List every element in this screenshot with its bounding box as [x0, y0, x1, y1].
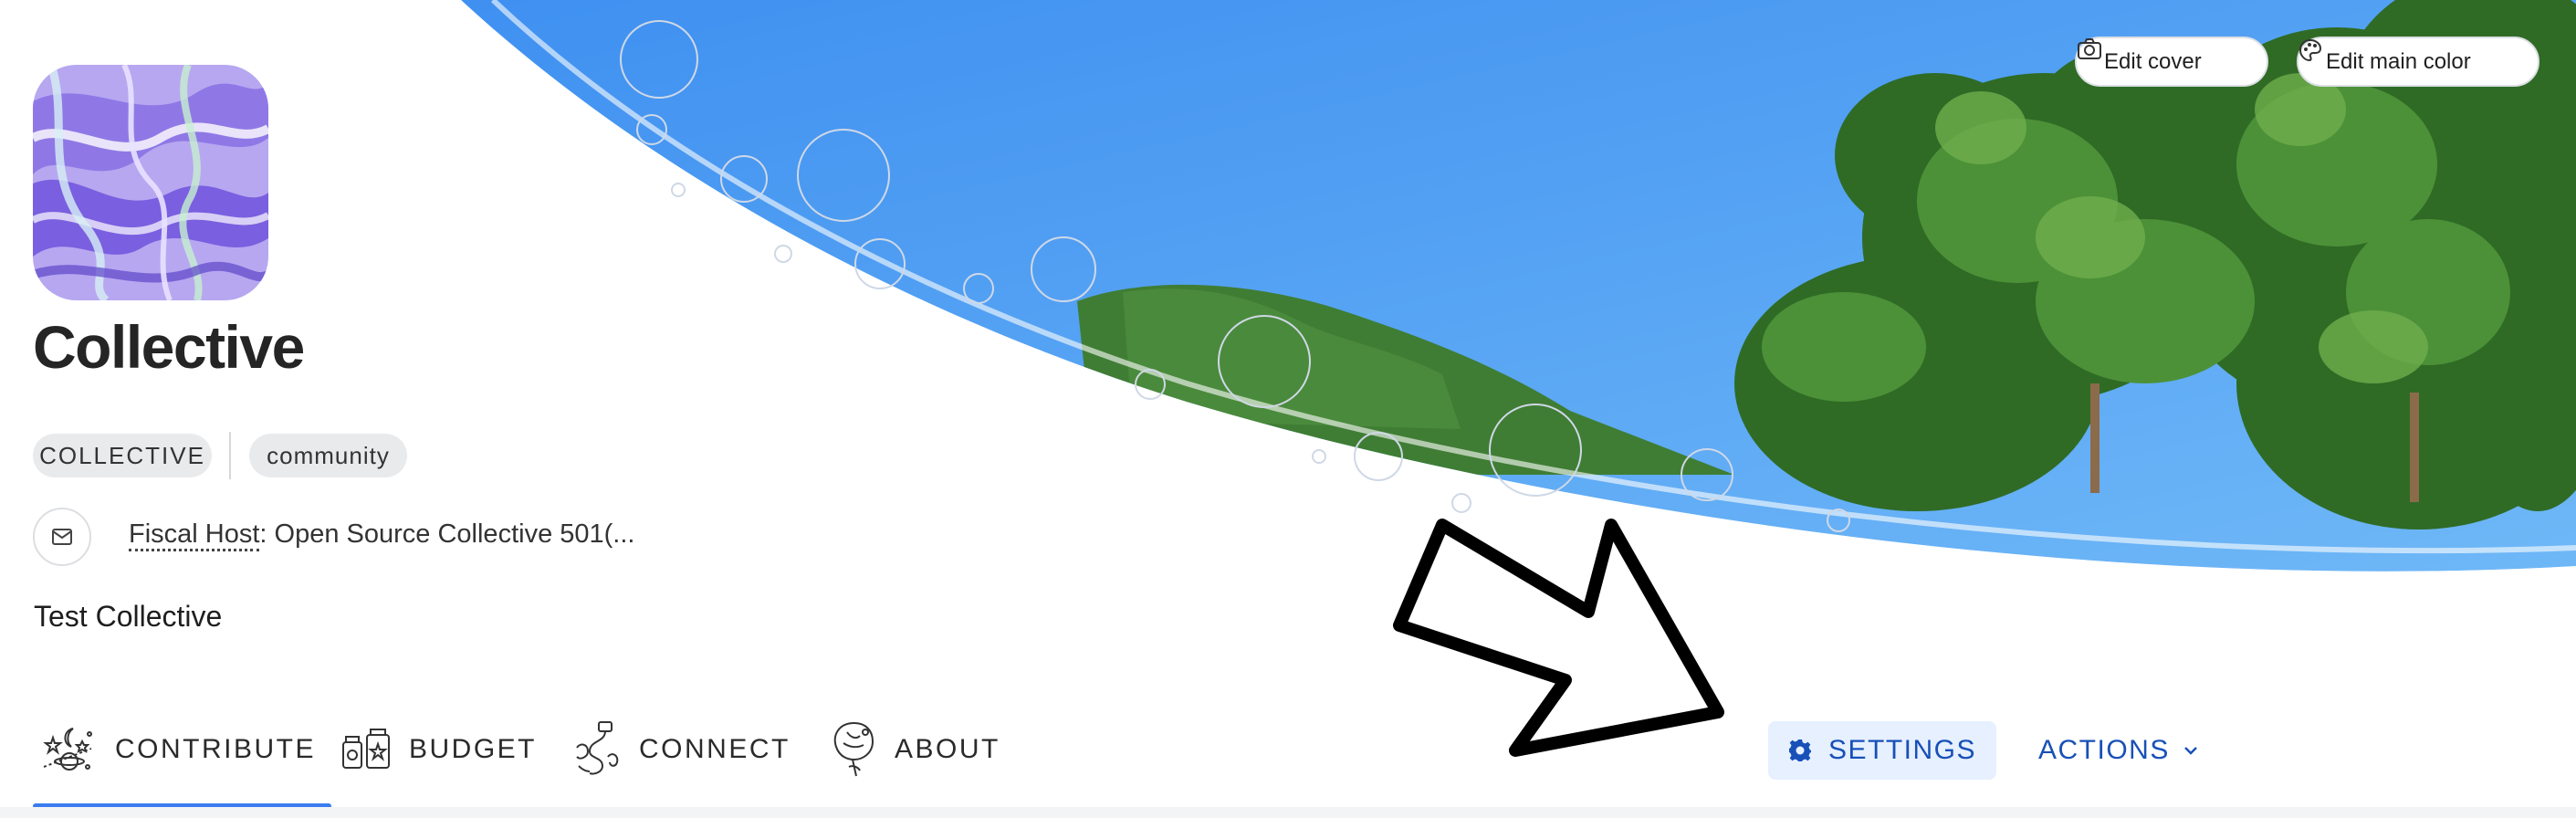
gear-icon — [1788, 739, 1811, 761]
collective-name: Collective — [33, 313, 305, 381]
chevron-down-icon — [2183, 747, 2197, 755]
fiscal-host-value[interactable]: : Open Source Collective 501(... — [259, 519, 634, 549]
settings-label: SETTINGS — [1827, 735, 1976, 765]
camera-icon — [2078, 38, 2101, 59]
tab-connect-label: CONNECT — [639, 734, 791, 764]
edit-cover-button[interactable]: Edit cover — [2075, 37, 2268, 87]
settings-button[interactable]: SETTINGS — [1768, 721, 1996, 780]
contact-button[interactable] — [33, 508, 91, 566]
cover-artwork — [0, 0, 2576, 584]
collective-avatar[interactable] — [33, 65, 268, 300]
nav-bottom-border — [0, 807, 2576, 818]
category-tag[interactable]: community — [249, 434, 407, 477]
fiscal-host: Fiscal Host: Open Source Collective 501(… — [129, 519, 634, 551]
edit-cover-label: Edit cover — [2104, 48, 2202, 74]
tag-divider — [229, 432, 231, 479]
edit-main-color-button[interactable]: Edit main color — [2297, 37, 2539, 87]
tab-about[interactable]: ABOUT — [829, 719, 1000, 780]
tab-contribute-label: CONTRIBUTE — [115, 734, 316, 764]
tab-budget[interactable]: BUDGET — [340, 719, 537, 780]
cover-image: Edit cover Edit main color — [0, 0, 2576, 584]
actions-label: ACTIONS — [2038, 735, 2170, 765]
tab-budget-label: BUDGET — [409, 734, 538, 764]
actions-dropdown[interactable]: ACTIONS — [2038, 721, 2199, 780]
connect-icon — [576, 721, 619, 775]
tab-contribute[interactable]: CONTRIBUTE — [37, 719, 316, 780]
collective-type-tag: COLLECTIVE — [33, 434, 212, 477]
palette-icon — [2299, 38, 2322, 62]
contribute-icon — [43, 728, 92, 771]
avatar-image — [33, 65, 268, 300]
collective-description: Test Collective — [34, 600, 223, 633]
edit-main-color-label: Edit main color — [2326, 48, 2471, 74]
tab-connect[interactable]: CONNECT — [571, 719, 791, 780]
tab-about-label: ABOUT — [895, 734, 1000, 764]
fiscal-host-label[interactable]: Fiscal Host — [129, 519, 260, 551]
budget-icon — [342, 729, 390, 769]
annotation-arrow — [1393, 519, 1724, 757]
about-icon — [833, 721, 874, 777]
mail-icon — [52, 529, 72, 545]
